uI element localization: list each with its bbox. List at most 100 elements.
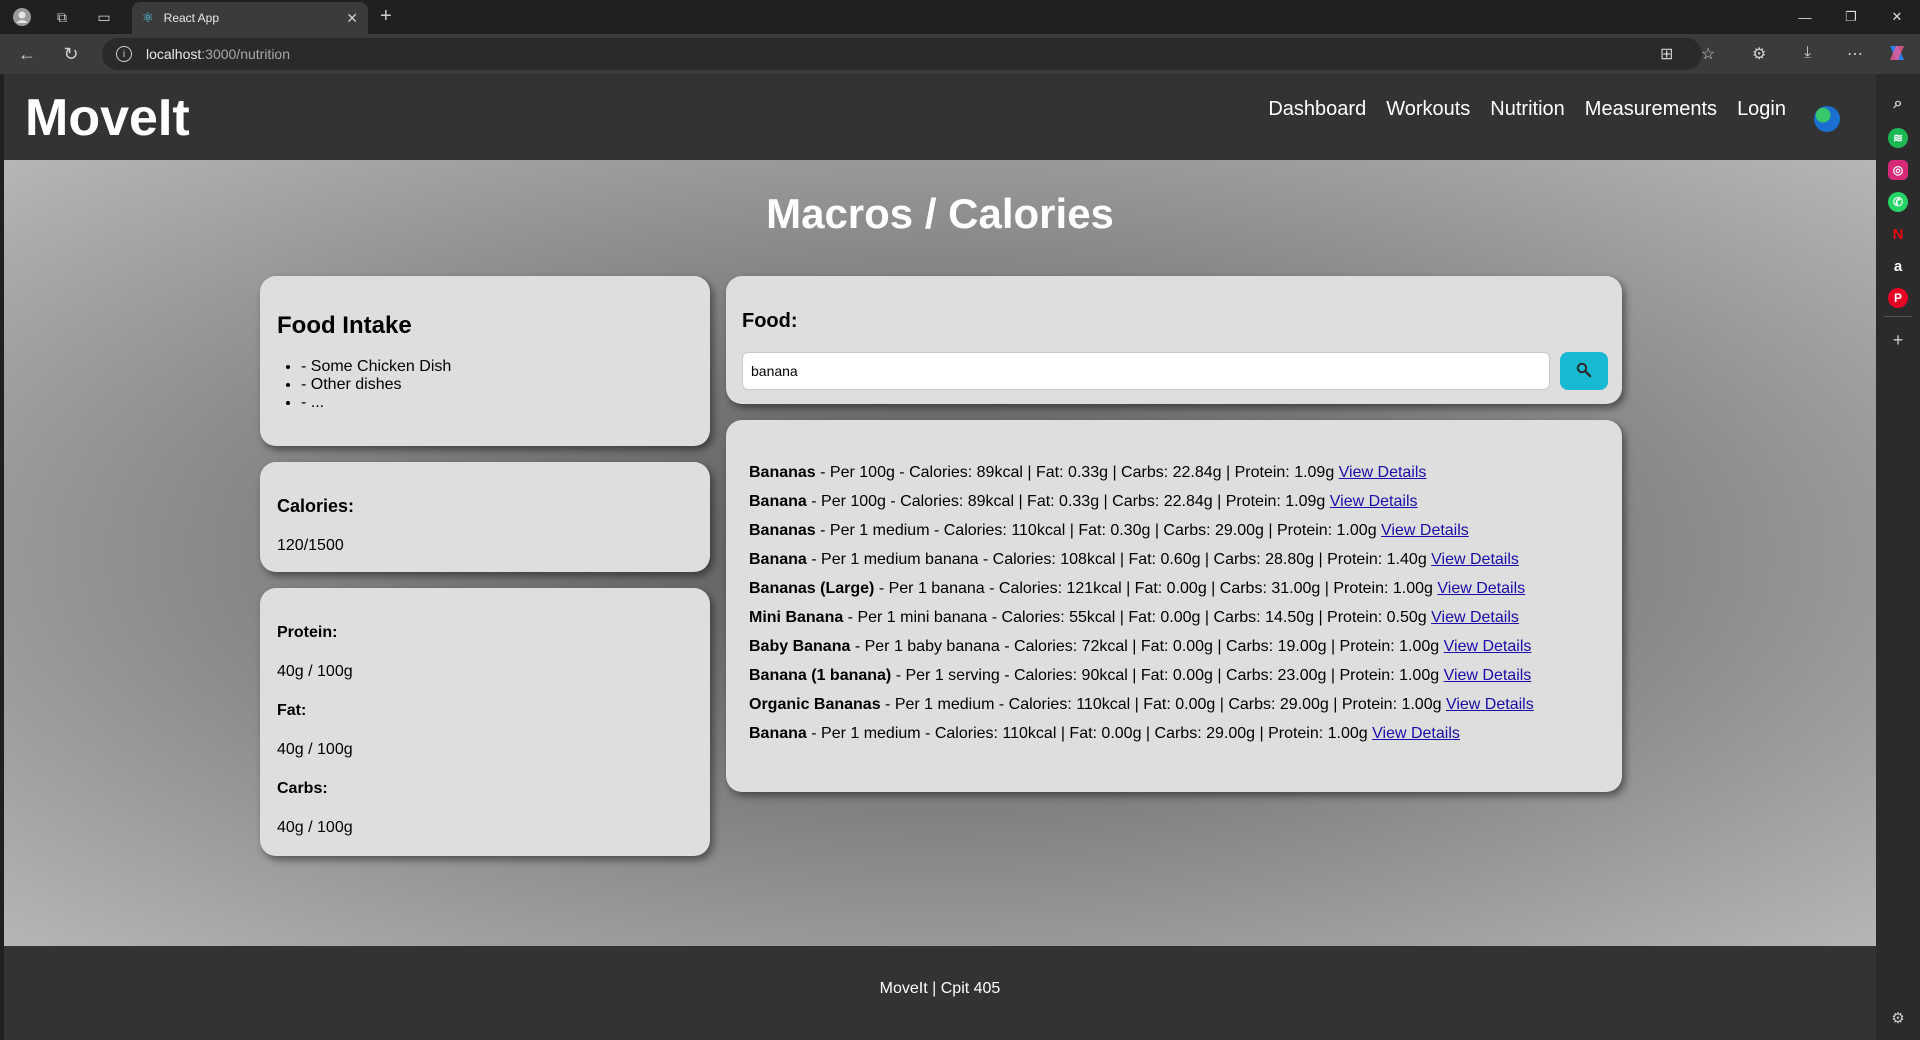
- site-info-icon[interactable]: i: [116, 46, 132, 62]
- result-name: Bananas (Large): [749, 580, 875, 597]
- instagram-icon[interactable]: ◎: [1888, 160, 1908, 180]
- browser-sidebar: ⌕ ≋ ◎ ✆ N a P + ⚙: [1876, 74, 1920, 1040]
- settings-icon[interactable]: ⚙: [1888, 1008, 1908, 1028]
- whatsapp-icon[interactable]: ✆: [1888, 192, 1908, 212]
- result-name: Banana: [749, 551, 807, 568]
- favorite-star-icon[interactable]: ☆: [1701, 44, 1715, 64]
- nav-measurements[interactable]: Measurements: [1585, 98, 1717, 121]
- food-label: Food:: [742, 310, 798, 332]
- calories-card: Calories: 120/1500: [260, 462, 710, 572]
- pinterest-icon[interactable]: P: [1888, 288, 1908, 308]
- netflix-icon[interactable]: N: [1888, 224, 1908, 244]
- brand-logo[interactable]: MoveIt: [25, 88, 190, 148]
- amazon-icon[interactable]: a: [1888, 256, 1908, 276]
- result-details: - Per 1 medium - Calories: 110kcal | Fat…: [815, 522, 1382, 539]
- nav-nutrition[interactable]: Nutrition: [1490, 98, 1564, 121]
- page-viewport: MoveIt Dashboard Workouts Nutrition Meas…: [4, 74, 1876, 1040]
- carbs-value: 40g / 100g: [277, 819, 353, 836]
- macros-card: Protein: 40g / 100g Fat: 40g / 100g Carb…: [260, 588, 710, 856]
- protein-value: 40g / 100g: [277, 663, 353, 680]
- browser-tab-bar: ⧉ ▭ ⚛ React App ✕ + — ❐ ✕: [0, 0, 1920, 34]
- result-row: Bananas - Per 100g - Calories: 89kcal | …: [749, 458, 1599, 487]
- result-details: - Per 1 medium - Calories: 110kcal | Fat…: [806, 725, 1373, 742]
- refresh-icon[interactable]: ↻: [58, 42, 84, 66]
- add-icon[interactable]: +: [1888, 330, 1908, 350]
- result-row: Mini Banana - Per 1 mini banana - Calori…: [749, 603, 1599, 632]
- view-details-link[interactable]: View Details: [1381, 522, 1469, 539]
- nav-login[interactable]: Login: [1737, 98, 1786, 121]
- result-row: Banana - Per 100g - Calories: 89kcal | F…: [749, 487, 1599, 516]
- food-intake-list: - Some Chicken Dish - Other dishes - ...: [301, 358, 693, 412]
- result-name: Banana: [749, 725, 807, 742]
- list-item: - Some Chicken Dish: [301, 358, 693, 376]
- view-details-link[interactable]: View Details: [1444, 638, 1532, 655]
- result-details: - Per 1 medium - Calories: 110kcal | Fat…: [880, 696, 1446, 713]
- close-tab-icon[interactable]: ✕: [346, 10, 358, 27]
- food-search-input[interactable]: [742, 352, 1550, 390]
- result-row: Bananas (Large) - Per 1 banana - Calorie…: [749, 574, 1599, 603]
- result-row: Baby Banana - Per 1 baby banana - Calori…: [749, 632, 1599, 661]
- food-search-card: Food:: [726, 276, 1622, 404]
- food-intake-title: Food Intake: [277, 312, 412, 339]
- top-nav: Dashboard Workouts Nutrition Measurement…: [1268, 98, 1786, 121]
- search-results-card: Bananas - Per 100g - Calories: 89kcal | …: [726, 420, 1622, 792]
- view-details-link[interactable]: View Details: [1437, 580, 1525, 597]
- magnifier-icon: [1576, 362, 1592, 381]
- tab-react-app[interactable]: ⚛ React App ✕: [132, 2, 368, 34]
- result-details: - Per 1 baby banana - Calories: 72kcal |…: [850, 638, 1444, 655]
- close-window-icon[interactable]: ✕: [1874, 0, 1920, 34]
- list-item: - Other dishes: [301, 376, 693, 394]
- spotify-icon[interactable]: ≋: [1888, 128, 1908, 148]
- view-details-link[interactable]: View Details: [1431, 551, 1519, 568]
- copilot-icon[interactable]: [1886, 42, 1908, 69]
- main-content: Macros / Calories Food Intake - Some Chi…: [4, 160, 1876, 946]
- view-details-link[interactable]: View Details: [1446, 696, 1534, 713]
- back-icon[interactable]: ←: [14, 42, 40, 66]
- result-name: Bananas: [749, 522, 816, 539]
- extensions-icon[interactable]: ⚙: [1752, 44, 1766, 64]
- app-header: MoveIt Dashboard Workouts Nutrition Meas…: [4, 74, 1876, 160]
- view-details-link[interactable]: View Details: [1444, 667, 1532, 684]
- result-name: Organic Bananas: [749, 696, 881, 713]
- list-item: - ...: [301, 394, 693, 412]
- nav-dashboard[interactable]: Dashboard: [1268, 98, 1366, 121]
- view-details-link[interactable]: View Details: [1330, 493, 1418, 510]
- result-row: Banana - Per 1 medium - Calories: 110kca…: [749, 719, 1599, 748]
- tab-actions-icon[interactable]: ▭: [92, 5, 116, 29]
- downloads-icon[interactable]: ⤓: [1804, 44, 1811, 62]
- result-details: - Per 1 serving - Calories: 90kcal | Fat…: [891, 667, 1444, 684]
- address-bar: ← ↻ i localhost:3000/nutrition ⊞ ☆ ⚙ ⤓ ⋯: [0, 34, 1920, 74]
- result-name: Banana (1 banana): [749, 667, 892, 684]
- calories-label: Calories:: [277, 496, 355, 516]
- globe-icon[interactable]: [1814, 106, 1840, 132]
- result-details: - Per 100g - Calories: 89kcal | Fat: 0.3…: [806, 493, 1330, 510]
- fat-label: Fat:: [277, 702, 307, 719]
- minimize-icon[interactable]: —: [1782, 0, 1828, 34]
- search-icon[interactable]: ⌕: [1888, 94, 1908, 114]
- split-screen-icon[interactable]: ⊞: [1660, 44, 1673, 64]
- new-tab-icon[interactable]: +: [380, 5, 392, 28]
- search-button[interactable]: [1560, 352, 1608, 390]
- protein-label: Protein:: [277, 624, 338, 641]
- food-intake-card: Food Intake - Some Chicken Dish - Other …: [260, 276, 710, 446]
- result-name: Banana: [749, 493, 807, 510]
- url-field[interactable]: i localhost:3000/nutrition: [102, 38, 1702, 70]
- search-row: [742, 352, 1608, 390]
- result-row: Banana (1 banana) - Per 1 serving - Calo…: [749, 661, 1599, 690]
- view-details-link[interactable]: View Details: [1372, 725, 1460, 742]
- app-footer: MoveIt | Cpit 405: [4, 946, 1876, 1040]
- view-details-link[interactable]: View Details: [1431, 609, 1519, 626]
- more-menu-icon[interactable]: ⋯: [1847, 44, 1863, 64]
- page-title: Macros / Calories: [766, 190, 1114, 237]
- url-text: localhost:3000/nutrition: [146, 46, 290, 62]
- result-name: Baby Banana: [749, 638, 851, 655]
- profile-icon[interactable]: [10, 5, 34, 29]
- restore-icon[interactable]: ❐: [1828, 0, 1874, 34]
- result-row: Organic Bananas - Per 1 medium - Calorie…: [749, 690, 1599, 719]
- tab-title: React App: [163, 11, 220, 25]
- result-name: Mini Banana: [749, 609, 844, 626]
- workspaces-icon[interactable]: ⧉: [50, 5, 74, 29]
- nav-workouts[interactable]: Workouts: [1386, 98, 1470, 121]
- view-details-link[interactable]: View Details: [1339, 464, 1427, 481]
- carbs-label: Carbs:: [277, 780, 328, 797]
